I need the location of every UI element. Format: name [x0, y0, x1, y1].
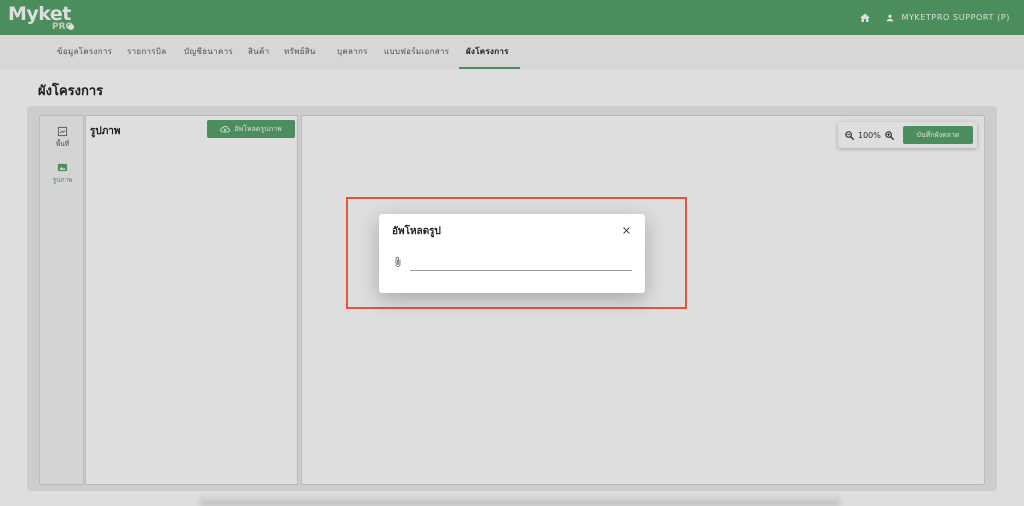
file-input[interactable]: [410, 254, 632, 271]
close-icon[interactable]: [621, 225, 632, 236]
dialog-title: อัพโหลดรูป: [392, 226, 441, 237]
paperclip-icon[interactable]: [393, 256, 403, 268]
upload-dialog: อัพโหลดรูป: [379, 214, 645, 293]
bottom-shadow: [200, 496, 840, 506]
